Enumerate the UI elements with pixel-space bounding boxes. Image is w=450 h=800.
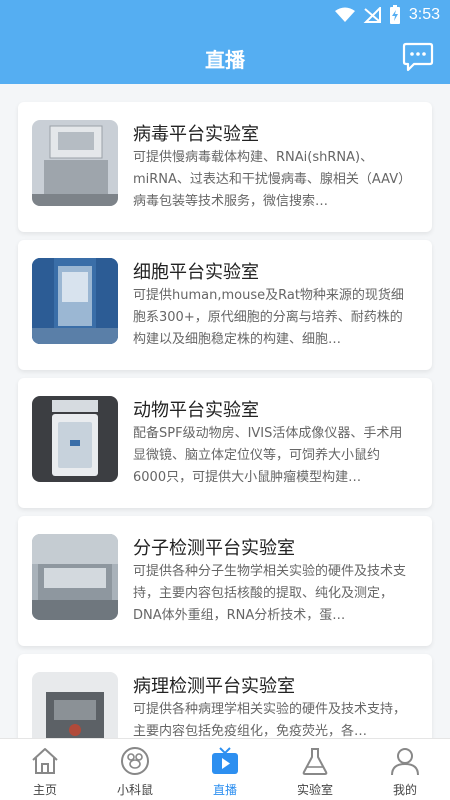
lab-title: 分子检测平台实验室: [133, 538, 295, 559]
tab-home[interactable]: 主页: [0, 739, 90, 800]
home-icon: [32, 748, 58, 774]
tab-mouse[interactable]: 小科鼠: [90, 739, 180, 800]
lab-card-virus[interactable]: 病毒平台实验室 可提供慢病毒载体构建、RNAi(shRNA)、miRNA、过表达…: [18, 102, 432, 232]
page-title: 直播: [205, 48, 245, 72]
wifi-icon: [334, 7, 355, 22]
lab-title: 病毒平台实验室: [133, 124, 259, 145]
lab-thumbnail: [32, 534, 118, 620]
tab-laboratory[interactable]: 实验室: [270, 739, 360, 800]
chat-button[interactable]: [402, 42, 434, 72]
lab-description: 可提供human,mouse及Rat物种来源的现货细胞系300+，原代细胞的分离…: [133, 288, 404, 347]
lab-card-cell[interactable]: 细胞平台实验室 可提供human,mouse及Rat物种来源的现货细胞系300+…: [18, 240, 432, 370]
lab-title: 细胞平台实验室: [133, 262, 259, 283]
person-icon: [391, 748, 419, 776]
lab-card-molecular[interactable]: 分子检测平台实验室 可提供各种分子生物学相关实验的硬件及技术支持，主要内容包括核…: [18, 516, 432, 646]
status-time: 3:53: [408, 6, 440, 23]
tab-label: 直播: [212, 783, 237, 797]
lab-card-animal[interactable]: 动物平台实验室 配备SPF级动物房、IVIS活体成像仪器、手术用显微镜、脑立体定…: [18, 378, 432, 508]
mouse-icon: [121, 747, 149, 775]
tab-label: 实验室: [296, 783, 333, 797]
lab-title: 动物平台实验室: [133, 400, 259, 421]
lab-description: 可提供慢病毒载体构建、RNAi(shRNA)、miRNA、过表达和干扰慢病毒、腺…: [133, 150, 405, 209]
lab-card-pathology[interactable]: 病理检测平台实验室 可提供各种病理学相关实验的硬件及技术支持，主要内容包括免疫组…: [18, 654, 432, 738]
bottom-tab-bar: 主页 小科鼠 直播 实验室 我的: [0, 738, 450, 800]
battery-charging-icon: [389, 5, 400, 24]
app-header: 直播: [0, 32, 450, 84]
tab-label: 主页: [32, 783, 57, 797]
tab-label: 小科鼠: [116, 783, 153, 797]
lab-description: 可提供各种分子生物学相关实验的硬件及技术支持，主要内容包括核酸的提取、纯化及测定…: [133, 564, 407, 623]
lab-description: 配备SPF级动物房、IVIS活体成像仪器、手术用显微镜、脑立体定位仪等，可饲养大…: [133, 426, 403, 485]
status-icons: 3:53: [334, 5, 440, 25]
tv-play-icon: [212, 747, 238, 774]
status-bar: 3:53: [0, 0, 450, 32]
tab-label: 我的: [392, 783, 417, 797]
lab-thumbnail: [32, 258, 118, 344]
lab-thumbnail: [32, 396, 118, 482]
lab-thumbnail: [32, 120, 118, 206]
lab-description: 可提供各种病理学相关实验的硬件及技术支持，主要内容包括免疫组化，免疫荧光，各…: [133, 702, 407, 738]
lab-title: 病理检测平台实验室: [133, 676, 295, 697]
chat-bubble-icon: [402, 42, 434, 72]
lab-thumbnail: [32, 672, 118, 738]
tab-live[interactable]: 直播: [180, 739, 270, 800]
no-signal-icon: [363, 7, 381, 23]
flask-icon: [302, 748, 328, 775]
tab-me[interactable]: 我的: [360, 739, 450, 800]
lab-list[interactable]: 病毒平台实验室 可提供慢病毒载体构建、RNAi(shRNA)、miRNA、过表达…: [0, 84, 450, 738]
